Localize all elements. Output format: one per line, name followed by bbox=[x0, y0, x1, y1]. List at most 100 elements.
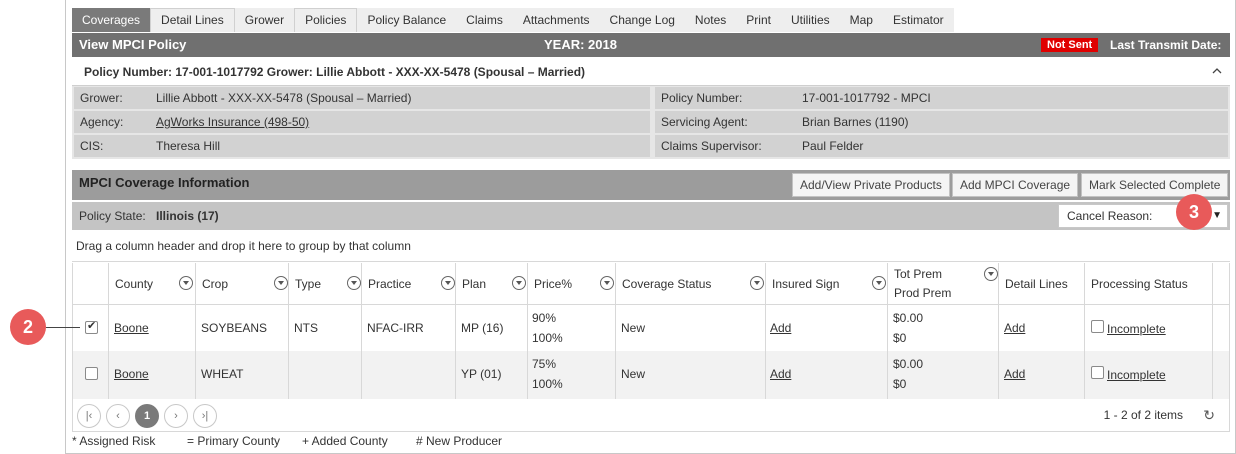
filter-icon[interactable] bbox=[750, 276, 764, 290]
filter-icon[interactable] bbox=[872, 276, 886, 290]
agency-label: Agency: bbox=[80, 115, 124, 129]
tab-policies[interactable]: Policies bbox=[294, 8, 358, 32]
tab-attachments[interactable]: Attachments bbox=[512, 8, 600, 32]
coverage-grid: County Crop Type Practice Plan Price% Co… bbox=[72, 263, 1230, 400]
callout-connector bbox=[46, 327, 80, 328]
detail-lines-add-link[interactable]: Add bbox=[1004, 367, 1025, 381]
group-by-drop-zone[interactable]: Drag a column header and drop it here to… bbox=[72, 232, 1230, 262]
tab-detail-lines[interactable]: Detail Lines bbox=[150, 8, 235, 32]
grid-pager: |‹ ‹ 1 › ›| 1 - 2 of 2 items ↻ bbox=[72, 400, 1230, 432]
header-coverage-status[interactable]: Coverage Status bbox=[615, 263, 765, 305]
mark-selected-complete-button[interactable]: Mark Selected Complete bbox=[1081, 173, 1229, 197]
column-divider bbox=[1084, 305, 1085, 399]
policy-number-label: Policy Number: bbox=[661, 91, 743, 105]
header-scroll-spacer bbox=[1212, 263, 1229, 305]
callout-badge-3: 3 bbox=[1176, 194, 1212, 230]
tab-claims[interactable]: Claims bbox=[456, 8, 513, 32]
callout-badge-2: 2 bbox=[10, 309, 46, 345]
county-link[interactable]: Boone bbox=[114, 367, 149, 381]
legend-primary-county: = Primary County bbox=[187, 434, 281, 448]
prod-prem-cell: $0 bbox=[893, 377, 907, 391]
info-row-servicing-agent: Servicing Agent: Brian Barnes (1190) bbox=[655, 111, 1228, 133]
insured-sign-add-link[interactable]: Add bbox=[770, 321, 791, 335]
processing-status-link[interactable]: Incomplete bbox=[1107, 322, 1166, 336]
header-plan-label: Plan bbox=[462, 277, 487, 291]
add-mpci-coverage-button[interactable]: Add MPCI Coverage bbox=[952, 173, 1079, 197]
tab-grower[interactable]: Grower bbox=[234, 8, 295, 32]
complete-checkbox[interactable] bbox=[1091, 320, 1104, 333]
tab-policy-balance[interactable]: Policy Balance bbox=[357, 8, 457, 32]
first-page-button[interactable]: |‹ bbox=[77, 404, 101, 428]
info-row-cis: CIS: Theresa Hill bbox=[74, 135, 650, 157]
row-select-checkbox[interactable] bbox=[85, 319, 98, 334]
header-county[interactable]: County bbox=[108, 263, 195, 305]
header-plan[interactable]: Plan bbox=[455, 263, 527, 305]
plan-cell: MP (16) bbox=[461, 321, 504, 335]
current-page-button[interactable]: 1 bbox=[135, 404, 159, 428]
filter-icon[interactable] bbox=[512, 276, 526, 290]
tab-bar: Coverages Detail Lines Grower Policies P… bbox=[72, 8, 954, 32]
detail-lines-add-link[interactable]: Add bbox=[1004, 321, 1025, 335]
insured-sign-add-link[interactable]: Add bbox=[770, 367, 791, 381]
agency-link[interactable]: AgWorks Insurance (498-50) bbox=[156, 111, 309, 133]
header-crop[interactable]: Crop bbox=[195, 263, 288, 305]
header-coverage-status-label: Coverage Status bbox=[622, 277, 712, 291]
coverage-status-cell: New bbox=[621, 321, 646, 335]
price-primary-cell: 75% bbox=[532, 357, 557, 371]
complete-checkbox[interactable] bbox=[1091, 366, 1104, 379]
prod-prem-cell: $0 bbox=[893, 331, 907, 345]
header-insured-sign-label: Insured Sign bbox=[772, 277, 840, 291]
filter-icon[interactable] bbox=[600, 276, 614, 290]
header-practice-label: Practice bbox=[368, 277, 412, 291]
policy-summary-toggle[interactable]: Policy Number: 17-001-1017792 Grower: Li… bbox=[72, 58, 1230, 86]
prev-page-button[interactable]: ‹ bbox=[106, 404, 130, 428]
next-page-button[interactable]: › bbox=[164, 404, 188, 428]
dropdown-arrow-icon[interactable]: ▼ bbox=[1212, 205, 1222, 227]
header-processing-status[interactable]: Processing Status bbox=[1084, 263, 1212, 305]
tab-estimator[interactable]: Estimator bbox=[882, 8, 954, 32]
row-select-checkbox[interactable] bbox=[85, 367, 98, 380]
tab-print[interactable]: Print bbox=[736, 8, 781, 32]
price-secondary-cell: 100% bbox=[532, 377, 563, 391]
crop-cell: WHEAT bbox=[201, 367, 244, 381]
header-detail-lines[interactable]: Detail Lines bbox=[998, 263, 1084, 305]
header-premium[interactable]: Tot Prem Prod Prem bbox=[887, 263, 998, 305]
cis-label: CIS: bbox=[80, 139, 104, 153]
add-view-private-products-button[interactable]: Add/View Private Products bbox=[792, 173, 950, 197]
refresh-icon[interactable]: ↻ bbox=[1203, 407, 1215, 424]
county-link[interactable]: Boone bbox=[114, 321, 149, 335]
column-divider bbox=[998, 305, 999, 399]
practice-cell: NFAC-IRR bbox=[367, 321, 424, 335]
header-processing-status-label: Processing Status bbox=[1091, 277, 1188, 291]
header-tot-prem-label: Tot Prem bbox=[894, 267, 943, 281]
header-type-label: Type bbox=[295, 277, 322, 291]
policy-state-value: Illinois (17) bbox=[156, 209, 219, 223]
column-divider bbox=[615, 305, 616, 399]
processing-status-link[interactable]: Incomplete bbox=[1107, 368, 1166, 382]
header-select bbox=[73, 263, 108, 305]
price-secondary-cell: 100% bbox=[532, 331, 563, 345]
legend-new-producer: # New Producer bbox=[416, 434, 503, 448]
tab-change-log[interactable]: Change Log bbox=[599, 8, 685, 32]
page-title: View MPCI Policy bbox=[79, 37, 187, 52]
filter-icon[interactable] bbox=[179, 276, 193, 290]
header-insured-sign[interactable]: Insured Sign bbox=[765, 263, 887, 305]
policy-info-grid: Grower: Lillie Abbott - XXX-XX-5478 (Spo… bbox=[72, 86, 1230, 159]
filter-icon[interactable] bbox=[984, 267, 998, 281]
tab-map[interactable]: Map bbox=[839, 8, 883, 32]
chevron-up-icon[interactable] bbox=[1212, 64, 1222, 78]
tab-utilities[interactable]: Utilities bbox=[780, 8, 840, 32]
tab-notes[interactable]: Notes bbox=[684, 8, 737, 32]
filter-icon[interactable] bbox=[441, 276, 455, 290]
info-row-grower: Grower: Lillie Abbott - XXX-XX-5478 (Spo… bbox=[74, 87, 650, 109]
header-practice[interactable]: Practice bbox=[361, 263, 455, 305]
legend-assigned-risk: * Assigned Risk bbox=[72, 434, 156, 448]
info-row-agency: Agency: AgWorks Insurance (498-50) bbox=[74, 111, 650, 133]
header-type[interactable]: Type bbox=[288, 263, 361, 305]
filter-icon[interactable] bbox=[347, 276, 361, 290]
header-price[interactable]: Price% bbox=[527, 263, 615, 305]
crop-cell: SOYBEANS bbox=[201, 321, 268, 335]
filter-icon[interactable] bbox=[274, 276, 288, 290]
tab-coverages[interactable]: Coverages bbox=[72, 8, 151, 32]
last-page-button[interactable]: ›| bbox=[193, 404, 217, 428]
